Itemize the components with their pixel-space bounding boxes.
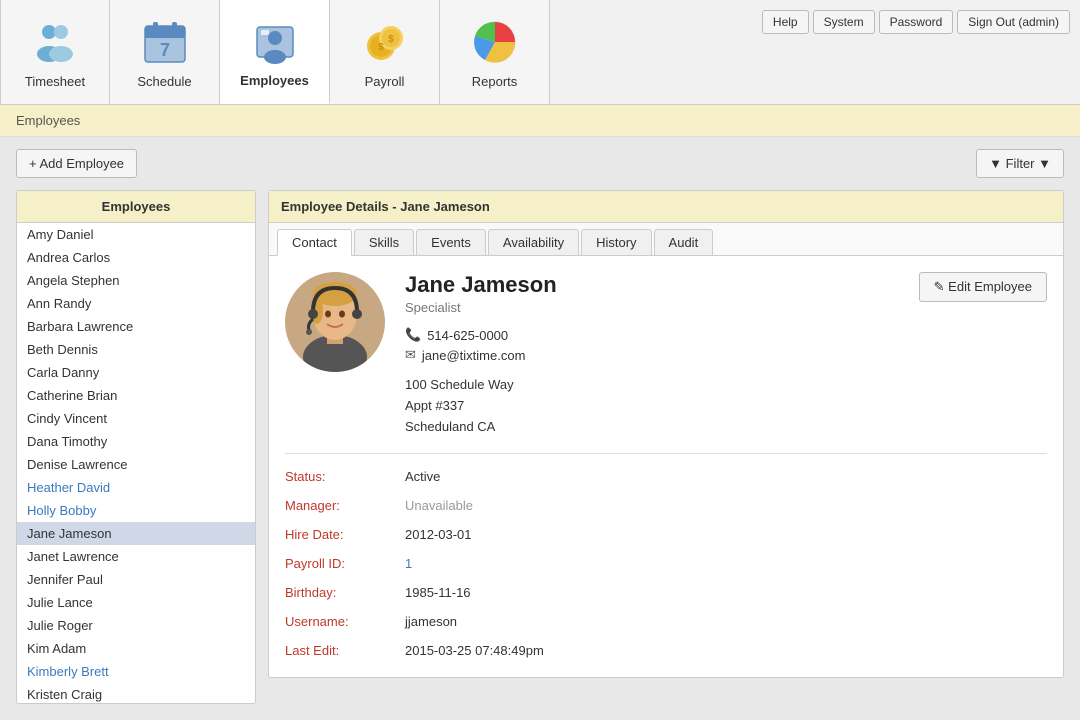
toolbar: + Add Employee ▼ Filter ▼ xyxy=(16,149,1064,178)
list-item[interactable]: Kim Adam xyxy=(17,637,255,660)
detail-value: 2012-03-01 xyxy=(405,524,1047,545)
list-item[interactable]: Kimberly Brett xyxy=(17,660,255,683)
email-value: jane@tixtime.com xyxy=(422,348,526,363)
detail-label: Status: xyxy=(285,466,405,487)
list-item[interactable]: Janet Lawrence xyxy=(17,545,255,568)
password-button[interactable]: Password xyxy=(879,10,954,34)
breadcrumb: Employees xyxy=(0,105,1080,137)
detail-value: Unavailable xyxy=(405,495,1047,516)
svg-text:7: 7 xyxy=(159,40,169,60)
address-line1: 100 Schedule Way xyxy=(405,375,907,396)
employee-name-section: Jane Jameson Specialist 📞 514-625-0000 ✉… xyxy=(405,272,907,437)
employee-name: Jane Jameson xyxy=(405,272,907,298)
phone-row: 📞 514-625-0000 xyxy=(405,327,907,343)
list-item[interactable]: Angela Stephen xyxy=(17,269,255,292)
list-item[interactable]: Dana Timothy xyxy=(17,430,255,453)
detail-content: Jane Jameson Specialist 📞 514-625-0000 ✉… xyxy=(269,256,1063,677)
address-line3: Scheduland CA xyxy=(405,417,907,438)
detail-label: Payroll ID: xyxy=(285,553,405,574)
list-item[interactable]: Catherine Brian xyxy=(17,384,255,407)
detail-label: Birthday: xyxy=(285,582,405,603)
detail-value: jjameson xyxy=(405,611,1047,632)
tab-history[interactable]: History xyxy=(581,229,651,255)
tab-payroll[interactable]: $ $ Payroll xyxy=(330,0,440,104)
filter-button[interactable]: ▼ Filter ▼ xyxy=(976,149,1064,178)
divider xyxy=(285,453,1047,454)
email-row: ✉ jane@tixtime.com xyxy=(405,347,907,363)
details-grid: Status:ActiveManager:UnavailableHire Dat… xyxy=(285,466,1047,661)
system-button[interactable]: System xyxy=(813,10,875,34)
list-item[interactable]: Beth Dennis xyxy=(17,338,255,361)
list-item[interactable]: Cindy Vincent xyxy=(17,407,255,430)
detail-panel: Employee Details - Jane Jameson ContactS… xyxy=(268,190,1064,678)
signout-button[interactable]: Sign Out (admin) xyxy=(957,10,1070,34)
top-right-buttons: Help System Password Sign Out (admin) xyxy=(762,10,1070,34)
detail-value: Active xyxy=(405,466,1047,487)
email-icon: ✉ xyxy=(405,347,416,363)
detail-label: Username: xyxy=(285,611,405,632)
phone-value: 514-625-0000 xyxy=(427,328,508,343)
list-item[interactable]: Heather David xyxy=(17,476,255,499)
detail-value: 2015-03-25 07:48:49pm xyxy=(405,640,1047,661)
detail-label: Hire Date: xyxy=(285,524,405,545)
list-item[interactable]: Carla Danny xyxy=(17,361,255,384)
detail-value[interactable]: 1 xyxy=(405,553,1047,574)
address-block: 100 Schedule Way Appt #337 Scheduland CA xyxy=(405,375,907,437)
tab-events[interactable]: Events xyxy=(416,229,486,255)
list-item[interactable]: Amy Daniel xyxy=(17,223,255,246)
tab-skills[interactable]: Skills xyxy=(354,229,414,255)
detail-tabs: ContactSkillsEventsAvailabilityHistoryAu… xyxy=(269,223,1063,256)
list-item[interactable]: Barbara Lawrence xyxy=(17,315,255,338)
contact-info: 📞 514-625-0000 ✉ jane@tixtime.com xyxy=(405,327,907,363)
top-navigation: Timesheet 7 Schedule Employee xyxy=(0,0,1080,105)
detail-label: Last Edit: xyxy=(285,640,405,661)
employee-list: Amy DanielAndrea CarlosAngela StephenAnn… xyxy=(17,223,255,703)
list-item[interactable]: Jennifer Paul xyxy=(17,568,255,591)
help-button[interactable]: Help xyxy=(762,10,809,34)
tab-contact[interactable]: Contact xyxy=(277,229,352,256)
main-layout: Employees Amy DanielAndrea CarlosAngela … xyxy=(16,190,1064,704)
add-employee-button[interactable]: + Add Employee xyxy=(16,149,137,178)
tab-audit[interactable]: Audit xyxy=(654,229,714,255)
phone-icon: 📞 xyxy=(405,327,421,343)
tab-reports[interactable]: Reports xyxy=(440,0,550,104)
address-line2: Appt #337 xyxy=(405,396,907,417)
avatar xyxy=(285,272,385,372)
tab-timesheet[interactable]: Timesheet xyxy=(0,0,110,104)
tab-employees[interactable]: Employees xyxy=(220,0,330,104)
svg-text:$: $ xyxy=(388,34,394,45)
content-area: + Add Employee ▼ Filter ▼ Employees Amy … xyxy=(0,137,1080,716)
employee-list-header: Employees xyxy=(17,191,255,223)
employee-top-section: Jane Jameson Specialist 📞 514-625-0000 ✉… xyxy=(285,272,1047,437)
tab-availability[interactable]: Availability xyxy=(488,229,579,255)
list-item[interactable]: Ann Randy xyxy=(17,292,255,315)
detail-value: 1985-11-16 xyxy=(405,582,1047,603)
list-item[interactable]: Holly Bobby xyxy=(17,499,255,522)
tab-schedule[interactable]: 7 Schedule xyxy=(110,0,220,104)
detail-label: Manager: xyxy=(285,495,405,516)
employee-list-panel: Employees Amy DanielAndrea CarlosAngela … xyxy=(16,190,256,704)
list-item[interactable]: Andrea Carlos xyxy=(17,246,255,269)
edit-employee-button[interactable]: ✎ Edit Employee xyxy=(919,272,1047,302)
list-item[interactable]: Julie Roger xyxy=(17,614,255,637)
list-item[interactable]: Kristen Craig xyxy=(17,683,255,703)
svg-text:$: $ xyxy=(378,42,384,53)
list-item[interactable]: Denise Lawrence xyxy=(17,453,255,476)
employee-job-title: Specialist xyxy=(405,300,907,315)
list-item[interactable]: Julie Lance xyxy=(17,591,255,614)
detail-panel-header: Employee Details - Jane Jameson xyxy=(269,191,1063,223)
list-item[interactable]: Jane Jameson xyxy=(17,522,255,545)
